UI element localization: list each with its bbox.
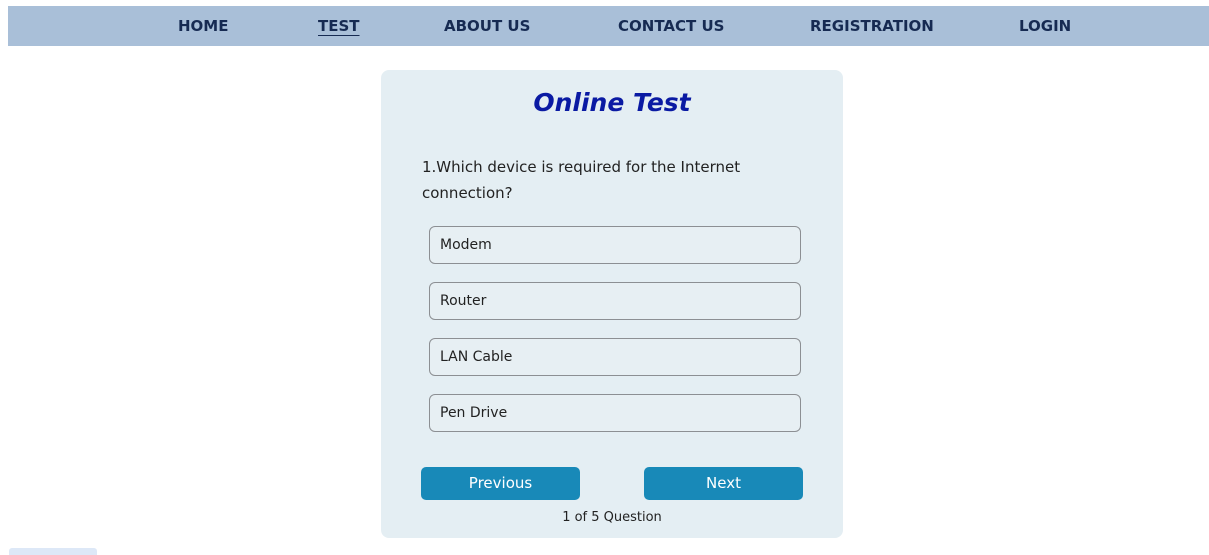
option-router[interactable]: Router xyxy=(429,282,801,320)
quiz-title: Online Test xyxy=(533,88,691,117)
option-lan-cable[interactable]: LAN Cable xyxy=(429,338,801,376)
nav-about-us[interactable]: ABOUT US xyxy=(444,6,530,46)
option-modem[interactable]: Modem xyxy=(429,226,801,264)
nav-contact-us[interactable]: CONTACT US xyxy=(618,6,724,46)
question-counter: 1 of 5 Question xyxy=(562,510,662,525)
question-text: 1.Which device is required for the Inter… xyxy=(422,158,741,202)
next-button[interactable]: Next xyxy=(644,467,803,500)
nav-registration[interactable]: REGISTRATION xyxy=(810,6,934,46)
quiz-card: Online Test 1.Which device is required f… xyxy=(381,70,843,538)
previous-button[interactable]: Previous xyxy=(421,467,580,500)
nav-home[interactable]: HOME xyxy=(178,6,228,46)
bottom-left-tab xyxy=(9,548,97,555)
top-navbar: HOME TEST ABOUT US CONTACT US REGISTRATI… xyxy=(8,6,1209,46)
nav-login[interactable]: LOGIN xyxy=(1019,6,1071,46)
option-pen-drive[interactable]: Pen Drive xyxy=(429,394,801,432)
nav-test[interactable]: TEST xyxy=(318,6,360,46)
